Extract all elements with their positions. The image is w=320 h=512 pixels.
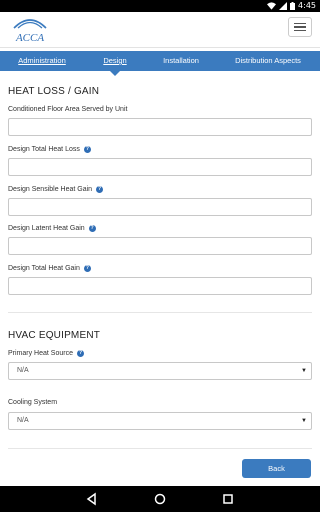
question-circle-icon[interactable]: ? [96,186,104,193]
tab-label: Distribution Aspects [235,56,301,65]
tab-label: Administration [18,56,66,65]
hvac-equipment-title: HVAC EQUIPMENT [8,330,101,341]
caret-down-icon: ▼ [301,368,307,374]
primary-heat-source-select[interactable]: N/A ▼ [8,362,312,380]
app-header: ACCA [0,12,320,48]
battery-icon [290,2,296,10]
sensible-heat-gain-input[interactable] [8,198,312,216]
total-heat-gain-label: Design Total Heat Gain ? [8,265,91,272]
question-circle-icon[interactable]: ? [83,146,91,153]
question-circle-icon[interactable]: ? [83,265,91,272]
tab-bar: Administration Design Installation Distr… [0,51,320,76]
cooling-system-select[interactable]: N/A ▼ [8,412,312,430]
section-divider [8,312,312,313]
select-value: N/A [17,367,29,374]
tab-administration[interactable]: Administration [0,51,84,71]
hamburger-menu-icon [294,22,306,25]
back-button[interactable]: Back [242,459,311,478]
tab-installation[interactable]: Installation [146,51,216,71]
acca-logo[interactable]: ACCA [8,14,52,46]
tab-label: Installation [163,56,199,65]
wifi-icon [267,2,277,10]
floor-area-label: Conditioned Floor Area Served by Unit [8,106,128,113]
status-icons: 4:45 [267,1,316,11]
recents-square-icon[interactable] [221,492,235,506]
total-heat-loss-label: Design Total Heat Loss ? [8,146,91,153]
select-value: N/A [17,417,29,424]
active-tab-caret [110,71,120,76]
heat-loss-gain-title: HEAT LOSS / GAIN [8,86,100,97]
tab-design[interactable]: Design [84,51,146,76]
latent-heat-gain-label: Design Latent Heat Gain ? [8,225,96,232]
question-circle-icon[interactable]: ? [76,350,84,357]
section-divider [8,448,312,449]
tab-distribution-aspects[interactable]: Distribution Aspects [216,51,320,71]
system-nav-bar [0,486,320,512]
status-time: 4:45 [298,1,316,10]
home-circle-icon[interactable] [153,492,167,506]
primary-heat-source-label: Primary Heat Source ? [8,350,84,357]
total-heat-gain-input[interactable] [8,277,312,295]
floor-area-input[interactable] [8,118,312,136]
signal-icon [279,2,288,10]
cooling-system-label: Cooling System [8,399,58,406]
logo-text: ACCA [15,32,44,44]
tab-label: Design [103,56,127,65]
latent-heat-gain-input[interactable] [8,237,312,255]
caret-down-icon: ▼ [301,418,307,424]
back-triangle-icon[interactable] [85,492,99,506]
sensible-heat-gain-label: Design Sensible Heat Gain ? [8,186,104,193]
question-circle-icon[interactable]: ? [88,225,96,232]
status-bar: 4:45 [0,0,320,12]
total-heat-loss-input[interactable] [8,158,312,176]
menu-button[interactable] [288,17,312,37]
